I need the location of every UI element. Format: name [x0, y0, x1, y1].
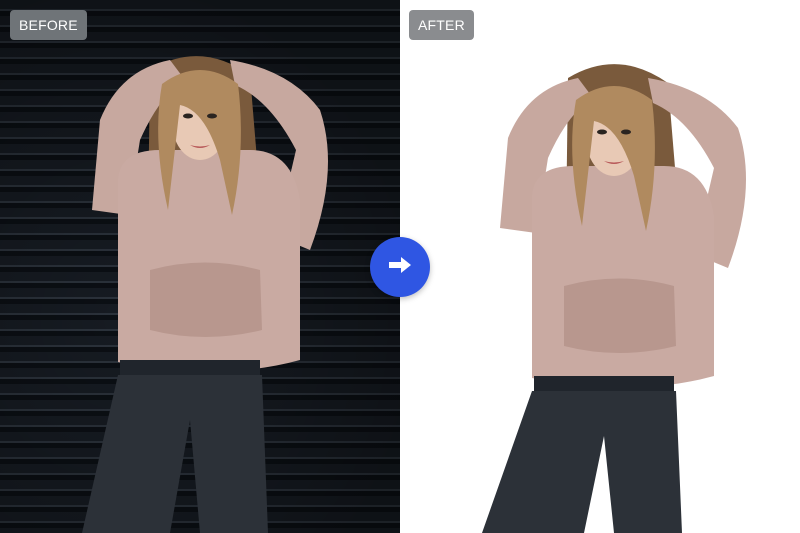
- after-label: AFTER: [409, 10, 474, 40]
- before-label: BEFORE: [10, 10, 87, 40]
- subject-photo-after: [400, 0, 800, 533]
- compare-arrow-button[interactable]: [370, 237, 430, 297]
- subject-photo-before: [0, 0, 400, 533]
- before-after-comparison: BEFORE AFTER: [0, 0, 800, 533]
- after-image: [400, 0, 800, 533]
- arrow-right-icon: [387, 256, 413, 279]
- before-image: [0, 0, 400, 533]
